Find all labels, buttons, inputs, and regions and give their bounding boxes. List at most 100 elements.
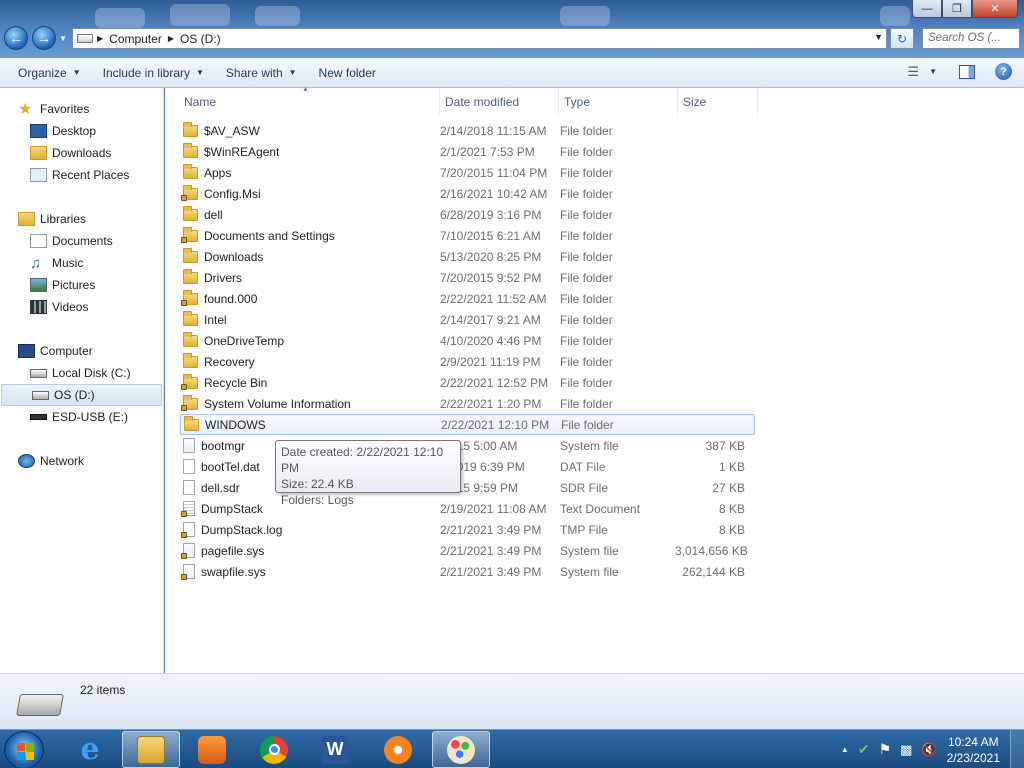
table-row[interactable]: bootmgr/2015 5:00 AM System file 387 KB (180, 435, 755, 456)
windows-logo-icon (26, 752, 34, 760)
network-status-icon[interactable]: ▩ (900, 742, 912, 758)
taskbar-internet-explorer[interactable]: e (61, 731, 119, 768)
forward-button[interactable]: → (32, 26, 56, 50)
sidebar-item-pictures[interactable]: Pictures (0, 274, 163, 296)
file-type: System file (560, 564, 619, 579)
view-options-icon[interactable]: ☰ (907, 64, 919, 80)
file-type: System file (560, 438, 619, 453)
table-row[interactable]: Drivers 7/20/2015 9:52 PM File folder (180, 267, 755, 288)
media-player-icon (198, 735, 226, 764)
sidebar-item-downloads[interactable]: Downloads (0, 142, 163, 164)
table-row[interactable]: dell 6/28/2019 3:16 PM File folder (180, 204, 755, 225)
table-row[interactable]: $AV_ASW 2/14/2018 11:15 AM File folder (180, 120, 755, 141)
table-row[interactable]: WINDOWS 2/22/2021 12:10 PM File folder (180, 414, 755, 435)
minimize-button[interactable]: — (912, 0, 942, 18)
show-hidden-icons-icon[interactable]: ▲ (841, 745, 849, 754)
taskbar-word[interactable]: W (306, 731, 364, 768)
taskbar-chrome[interactable] (245, 731, 303, 768)
close-button[interactable]: ✕ (972, 0, 1018, 18)
file-icon (183, 480, 195, 495)
table-row[interactable]: Apps 7/20/2015 11:04 PM File folder (180, 162, 755, 183)
documents-icon (30, 234, 47, 248)
table-row[interactable]: System Volume Information 2/22/2021 1:20 … (180, 393, 755, 414)
videos-icon (30, 300, 47, 314)
file-date: 2/16/2021 10:42 AM (440, 186, 548, 201)
table-row[interactable]: Intel 2/14/2017 9:21 AM File folder (180, 309, 755, 330)
security-status-icon[interactable]: ✔ (858, 741, 870, 758)
address-bar[interactable]: ▶ Computer ▶ OS (D:) ▼ (72, 28, 887, 49)
sidebar-item-network[interactable]: Network (0, 450, 163, 472)
start-button[interactable] (4, 731, 44, 768)
taskbar: e W ▲ ✔ ⚑ ▩ 🔇 10:24 AM 2/23/2021 (0, 729, 1024, 768)
search-input[interactable]: Search OS (... (922, 28, 1020, 49)
system-tray: ▲ ✔ ⚑ ▩ 🔇 10:24 AM 2/23/2021 (841, 730, 1024, 768)
file-name-cell: WINDOWS (181, 415, 441, 432)
maximize-button[interactable]: ❐ (942, 0, 972, 18)
sidebar-item-favorites[interactable]: ★ Favorites (0, 98, 163, 120)
file-name-cell: $AV_ASW (180, 121, 440, 138)
sidebar-item-computer[interactable]: Computer (0, 340, 163, 362)
taskbar-windows-explorer[interactable] (122, 731, 180, 768)
column-header-size[interactable]: Size (678, 88, 758, 115)
table-row[interactable]: Downloads 5/13/2020 8:25 PM File folder (180, 246, 755, 267)
sidebar-item-libraries[interactable]: Libraries (0, 208, 163, 230)
breadcrumb-computer[interactable]: Computer (109, 32, 162, 46)
recent-pages-dropdown[interactable]: ▼ (59, 34, 67, 43)
file-size: 27 KB (712, 480, 745, 495)
file-name: dell (204, 207, 223, 222)
clock[interactable]: 10:24 AM 2/23/2021 (947, 734, 1000, 766)
table-row[interactable]: DumpStack.log 2/21/2021 3:49 PM TMP File 8 … (180, 519, 755, 540)
table-row[interactable]: $WinREAgent 2/1/2021 7:53 PM File folder (180, 141, 755, 162)
refresh-button[interactable]: ↻ (890, 28, 914, 49)
sidebar-item-documents[interactable]: Documents (0, 230, 163, 252)
sidebar-item-music[interactable]: ♫ Music (0, 252, 163, 274)
table-row[interactable]: swapfile.sys 2/21/2021 3:49 PM System file… (180, 561, 755, 582)
file-type: System file (560, 543, 619, 558)
file-name-cell: Config.Msi (180, 184, 440, 201)
organize-label: Organize (18, 65, 67, 80)
action-center-flag-icon[interactable]: ⚑ (879, 741, 892, 758)
table-row[interactable]: dell.sdr/2015 9:59 PM SDR File 27 KB (180, 477, 755, 498)
table-row[interactable]: OneDriveTemp 4/10/2020 4:46 PM File folder (180, 330, 755, 351)
sidebar-item-os-d[interactable]: OS (D:) (1, 384, 162, 406)
chevron-down-icon[interactable]: ▼ (874, 32, 883, 42)
show-desktop-button[interactable] (1010, 730, 1024, 768)
table-row[interactable]: Recycle Bin 2/22/2021 12:52 PM File folder (180, 372, 755, 393)
table-row[interactable]: DumpStack 2/19/2021 11:08 AM Text Document… (180, 498, 755, 519)
table-row[interactable]: Config.Msi 2/16/2021 10:42 AM File folder (180, 183, 755, 204)
new-folder-button[interactable]: New folder (311, 58, 384, 87)
share-with-menu[interactable]: Share with ▼ (218, 58, 305, 87)
back-button[interactable]: ← (4, 26, 28, 50)
help-icon[interactable]: ? (995, 63, 1012, 80)
table-row[interactable]: bootTel.dat 3/2019 6:39 PM DAT File 1 KB (180, 456, 755, 477)
file-name: Apps (204, 165, 232, 180)
breadcrumb-os-d[interactable]: OS (D:) (180, 32, 221, 46)
table-row[interactable]: Documents and Settings 7/10/2015 6:21 AM F… (180, 225, 755, 246)
table-row[interactable]: Recovery 2/9/2021 11:19 PM File folder (180, 351, 755, 372)
sidebar-item-esd-usb-e[interactable]: ESD-USB (E:) (0, 406, 163, 428)
table-row[interactable]: pagefile.sys 2/21/2021 3:49 PM System file… (180, 540, 755, 561)
folder-icon (183, 331, 198, 347)
background-blur (880, 6, 910, 26)
table-row[interactable]: found.000 2/22/2021 11:52 AM File folder (180, 288, 755, 309)
include-in-library-menu[interactable]: Include in library ▼ (95, 58, 212, 87)
taskbar-avast[interactable] (369, 731, 427, 768)
sidebar-item-local-disk-c[interactable]: Local Disk (C:) (0, 362, 163, 384)
sidebar-item-label: Music (52, 256, 84, 270)
preview-pane-icon[interactable] (959, 64, 975, 79)
column-header-type[interactable]: Type (559, 88, 678, 115)
column-header-date[interactable]: Date modified (440, 88, 559, 115)
chevron-down-icon: ▼ (72, 68, 81, 77)
sidebar-item-recent-places[interactable]: Recent Places (0, 164, 163, 186)
file-icon (183, 459, 195, 474)
sidebar-item-label: Favorites (40, 102, 90, 116)
sidebar-item-videos[interactable]: Videos (0, 296, 163, 318)
column-header-name[interactable]: Name (179, 88, 440, 115)
taskbar-media-player[interactable] (183, 731, 241, 768)
chevron-down-icon[interactable]: ▼ (929, 67, 937, 76)
file-size: 1 KB (718, 459, 745, 474)
sidebar-item-desktop[interactable]: Desktop (0, 120, 163, 142)
taskbar-paint[interactable] (432, 731, 490, 768)
volume-muted-icon[interactable]: 🔇 (921, 742, 937, 758)
organize-menu[interactable]: Organize ▼ (0, 58, 89, 87)
